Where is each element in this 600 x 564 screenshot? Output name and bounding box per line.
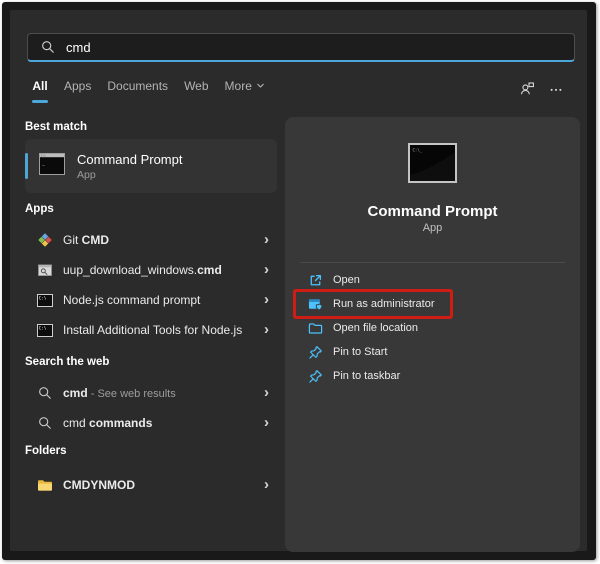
chevron-down-icon bbox=[256, 79, 265, 93]
item-text-match: CMD bbox=[82, 233, 109, 247]
tab-apps-label: Apps bbox=[64, 79, 91, 93]
action-pin-to-start[interactable]: Pin to Start bbox=[285, 340, 580, 364]
item-text-match: commands bbox=[89, 416, 152, 430]
tab-more[interactable]: More bbox=[225, 79, 265, 103]
action-label: Open file location bbox=[333, 322, 418, 334]
action-label: Pin to taskbar bbox=[333, 370, 400, 382]
search-icon bbox=[40, 39, 56, 55]
folder-icon bbox=[37, 477, 53, 493]
pin-icon bbox=[308, 369, 323, 384]
list-item-git-cmd[interactable]: Git CMD › bbox=[25, 225, 277, 255]
tab-all-label: All bbox=[32, 79, 47, 93]
tab-web[interactable]: Web bbox=[184, 79, 208, 103]
account-icon[interactable] bbox=[519, 81, 535, 102]
apps-list: Git CMD › uup_download_windows.cmd › C:\… bbox=[25, 225, 277, 345]
action-run-as-administrator[interactable]: Run as administrator bbox=[285, 292, 580, 316]
item-text-match: cmd bbox=[63, 386, 88, 400]
best-match-title: Command Prompt bbox=[77, 152, 182, 167]
item-text: uup_download_windows. bbox=[63, 263, 197, 277]
batch-file-icon bbox=[37, 262, 53, 278]
item-text-match: cmd bbox=[197, 263, 222, 277]
search-window-frame: All Apps Documents Web More bbox=[2, 2, 596, 560]
item-text: Git bbox=[63, 233, 82, 247]
best-match-subtitle: App bbox=[77, 169, 182, 181]
item-text-suffix: - See web results bbox=[88, 388, 176, 400]
pin-icon bbox=[308, 345, 323, 360]
svg-text:C:\: C:\ bbox=[39, 295, 47, 300]
preview-app-title: Command Prompt bbox=[285, 203, 580, 220]
best-match-item[interactable]: C:\_ Command Prompt App bbox=[25, 139, 277, 193]
search-web-heading: Search the web bbox=[25, 356, 109, 368]
chevron-right-icon[interactable]: › bbox=[264, 415, 269, 430]
list-item-nodejs-command-prompt[interactable]: C:\ Node.js command prompt › bbox=[25, 285, 277, 315]
action-label: Pin to Start bbox=[333, 346, 387, 358]
item-text: cmd bbox=[63, 416, 89, 430]
tab-web-label: Web bbox=[184, 79, 208, 93]
chevron-right-icon[interactable]: › bbox=[264, 292, 269, 307]
apps-heading: Apps bbox=[25, 203, 54, 215]
list-item-web-cmd[interactable]: cmd - See web results › bbox=[25, 378, 277, 408]
svg-text:C:\: C:\ bbox=[41, 153, 46, 157]
active-tab-indicator bbox=[32, 100, 48, 103]
command-prompt-icon-large: C:\_ bbox=[408, 143, 457, 188]
selection-accent-bar bbox=[25, 153, 28, 179]
list-item-web-cmd-commands[interactable]: cmd commands › bbox=[25, 408, 277, 438]
tab-documents[interactable]: Documents bbox=[107, 79, 168, 103]
chevron-right-icon[interactable]: › bbox=[264, 385, 269, 400]
item-text: Node.js command prompt bbox=[63, 293, 200, 307]
search-icon bbox=[37, 415, 53, 431]
tab-apps[interactable]: Apps bbox=[64, 79, 91, 103]
action-open[interactable]: Open bbox=[285, 268, 580, 292]
web-results-list: cmd - See web results › cmd commands › bbox=[25, 378, 277, 438]
list-item-install-node-tools[interactable]: C:\ Install Additional Tools for Node.js… bbox=[25, 315, 277, 345]
chevron-right-icon[interactable]: › bbox=[264, 232, 269, 247]
search-box[interactable] bbox=[27, 33, 575, 62]
item-text-match: CMDYNMOD bbox=[63, 478, 135, 492]
search-header-options bbox=[519, 81, 563, 102]
open-file-location-icon bbox=[308, 321, 323, 336]
cmd-window-icon: C:\ bbox=[37, 292, 53, 308]
folders-heading: Folders bbox=[25, 445, 67, 457]
preview-app-subtitle: App bbox=[285, 222, 580, 234]
command-prompt-icon: C:\_ bbox=[39, 153, 65, 180]
filter-tabs: All Apps Documents Web More bbox=[32, 79, 265, 103]
open-external-icon bbox=[308, 273, 323, 288]
divider bbox=[300, 262, 565, 263]
preview-panel: C:\_ Command Prompt App Open Run as admi… bbox=[285, 117, 580, 552]
folders-list: CMDYNMOD › bbox=[25, 470, 277, 500]
best-match-heading: Best match bbox=[25, 121, 87, 133]
tab-all[interactable]: All bbox=[32, 79, 48, 103]
svg-text:C:\: C:\ bbox=[39, 325, 47, 330]
action-pin-to-taskbar[interactable]: Pin to taskbar bbox=[285, 364, 580, 388]
list-item-uup-download[interactable]: uup_download_windows.cmd › bbox=[25, 255, 277, 285]
tab-documents-label: Documents bbox=[107, 79, 168, 93]
chevron-right-icon[interactable]: › bbox=[264, 262, 269, 277]
chevron-right-icon[interactable]: › bbox=[264, 477, 269, 492]
search-input[interactable] bbox=[66, 40, 562, 55]
search-icon bbox=[37, 385, 53, 401]
action-open-file-location[interactable]: Open file location bbox=[285, 316, 580, 340]
svg-text:C:\_: C:\_ bbox=[413, 148, 423, 153]
more-options-icon[interactable] bbox=[549, 82, 563, 101]
search-flyout: All Apps Documents Web More bbox=[10, 10, 587, 551]
action-label: Open bbox=[333, 274, 360, 286]
cmd-window-icon: C:\ bbox=[37, 322, 53, 338]
git-icon bbox=[37, 232, 53, 248]
list-item-folder-cmdynmod[interactable]: CMDYNMOD › bbox=[25, 470, 277, 500]
tab-more-label: More bbox=[225, 79, 252, 93]
chevron-right-icon[interactable]: › bbox=[264, 322, 269, 337]
item-text: Install Additional Tools for Node.js bbox=[63, 323, 242, 337]
action-label: Run as administrator bbox=[333, 298, 435, 310]
run-as-admin-icon bbox=[308, 297, 323, 312]
